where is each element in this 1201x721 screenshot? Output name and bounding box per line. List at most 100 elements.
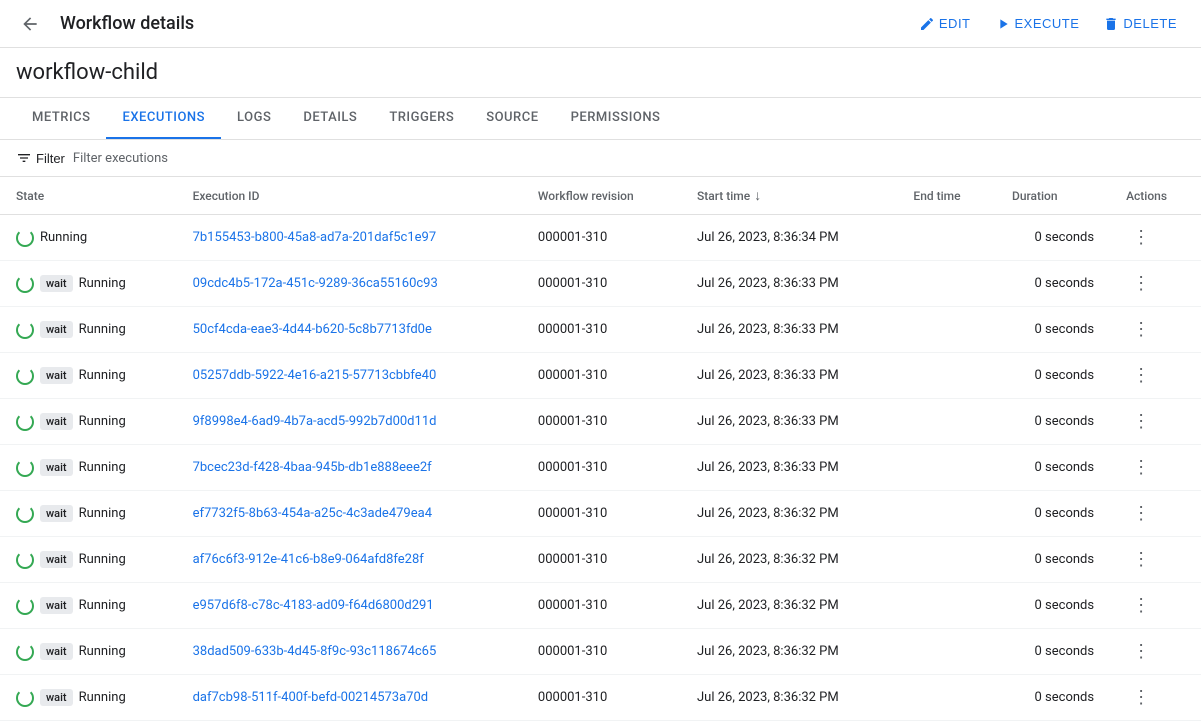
workflow-revision-cell: 000001-310 xyxy=(522,215,681,261)
execution-id-cell: ef7732f5-8b63-454a-a25c-4c3ade479ea4 xyxy=(177,491,522,537)
end-time-cell xyxy=(897,629,996,675)
execution-id-link[interactable]: 9f8998e4-6ad9-4b7a-acd5-992b7d00d11d xyxy=(193,414,437,429)
sort-icon: ↓ xyxy=(754,187,761,204)
state-text: Running xyxy=(79,598,126,613)
wait-badge: wait xyxy=(40,505,73,522)
tab-triggers[interactable]: TRIGGERS xyxy=(373,98,470,139)
tab-source[interactable]: SOURCE xyxy=(470,98,554,139)
row-actions-button[interactable]: ⋮ xyxy=(1126,501,1156,526)
executions-table: State Execution ID Workflow revision Sta… xyxy=(0,177,1201,721)
duration-cell: 0 seconds xyxy=(996,307,1110,353)
execution-id-link[interactable]: 05257ddb-5922-4e16-a215-57713cbbfe40 xyxy=(193,368,437,383)
running-icon xyxy=(16,505,34,523)
table-row: waitRunninge957d6f8-c78c-4183-ad09-f64d6… xyxy=(0,583,1201,629)
row-actions-button[interactable]: ⋮ xyxy=(1126,225,1156,250)
edit-button[interactable]: EDIT xyxy=(911,10,979,38)
back-button[interactable] xyxy=(16,10,44,38)
duration-cell: 0 seconds xyxy=(996,399,1110,445)
state-text: Running xyxy=(79,552,126,567)
execution-id-cell: 50cf4cda-eae3-4d44-b620-5c8b7713fd0e xyxy=(177,307,522,353)
execution-id-link[interactable]: 09cdc4b5-172a-451c-9289-36ca55160c93 xyxy=(193,276,438,291)
col-execution-id: Execution ID xyxy=(177,177,522,215)
execution-id-link[interactable]: 7bcec23d-f428-4baa-945b-db1e888eee2f xyxy=(193,460,432,475)
row-actions-button[interactable]: ⋮ xyxy=(1126,317,1156,342)
state-cell: waitRunning xyxy=(0,399,177,445)
tab-permissions[interactable]: PERMISSIONS xyxy=(555,98,677,139)
row-actions-button[interactable]: ⋮ xyxy=(1126,685,1156,710)
tab-metrics[interactable]: METRICS xyxy=(16,98,106,139)
start-time-cell: Jul 26, 2023, 8:36:32 PM xyxy=(681,583,897,629)
execution-id-link[interactable]: daf7cb98-511f-400f-befd-00214573a70d xyxy=(193,690,429,705)
state-cell: waitRunning xyxy=(0,445,177,491)
workflow-revision-cell: 000001-310 xyxy=(522,629,681,675)
table-row: waitRunningdaf7cb98-511f-400f-befd-00214… xyxy=(0,675,1201,721)
end-time-cell xyxy=(897,307,996,353)
actions-cell: ⋮ xyxy=(1110,307,1201,353)
page-title: Workflow details xyxy=(60,13,895,34)
state-text: Running xyxy=(79,506,126,521)
running-icon xyxy=(16,275,34,293)
header: Workflow details EDIT EXECUTE DELETE xyxy=(0,0,1201,48)
delete-button[interactable]: DELETE xyxy=(1095,10,1185,38)
row-actions-button[interactable]: ⋮ xyxy=(1126,639,1156,664)
execution-id-cell: 09cdc4b5-172a-451c-9289-36ca55160c93 xyxy=(177,261,522,307)
wait-badge: wait xyxy=(40,551,73,568)
running-icon xyxy=(16,459,34,477)
state-text: Running xyxy=(79,460,126,475)
actions-cell: ⋮ xyxy=(1110,353,1201,399)
state-text: Running xyxy=(79,368,126,383)
wait-badge: wait xyxy=(40,367,73,384)
execution-id-link[interactable]: e957d6f8-c78c-4183-ad09-f64d6800d291 xyxy=(193,598,434,613)
state-cell: wait Running xyxy=(0,491,177,537)
state-cell: Running xyxy=(0,215,177,261)
execution-id-link[interactable]: 7b155453-b800-45a8-ad7a-201daf5c1e97 xyxy=(193,230,437,245)
col-actions: Actions xyxy=(1110,177,1201,215)
state-text: Running xyxy=(79,322,126,337)
workflow-name: workflow-child xyxy=(0,48,1201,98)
workflow-revision-cell: 000001-310 xyxy=(522,399,681,445)
workflow-revision-cell: 000001-310 xyxy=(522,491,681,537)
tab-details[interactable]: DETAILS xyxy=(287,98,373,139)
row-actions-button[interactable]: ⋮ xyxy=(1126,363,1156,388)
row-actions-button[interactable]: ⋮ xyxy=(1126,409,1156,434)
end-time-cell xyxy=(897,491,996,537)
duration-cell: 0 seconds xyxy=(996,675,1110,721)
table-row: waitRunning50cf4cda-eae3-4d44-b620-5c8b7… xyxy=(0,307,1201,353)
running-icon xyxy=(16,413,34,431)
end-time-cell xyxy=(897,399,996,445)
execute-button[interactable]: EXECUTE xyxy=(987,10,1088,38)
row-actions-button[interactable]: ⋮ xyxy=(1126,547,1156,572)
filter-button[interactable]: Filter xyxy=(16,150,65,166)
execution-id-link[interactable]: 38dad509-633b-4d45-8f9c-93c118674c65 xyxy=(193,644,437,659)
col-end-time: End time xyxy=(897,177,996,215)
duration-cell: 0 seconds xyxy=(996,629,1110,675)
state-text: Running xyxy=(79,276,126,291)
duration-cell: 0 seconds xyxy=(996,583,1110,629)
end-time-cell xyxy=(897,353,996,399)
execution-id-link[interactable]: 50cf4cda-eae3-4d44-b620-5c8b7713fd0e xyxy=(193,322,432,337)
tab-logs[interactable]: LOGS xyxy=(221,98,287,139)
filter-placeholder: Filter executions xyxy=(73,151,168,166)
header-actions: EDIT EXECUTE DELETE xyxy=(911,10,1185,38)
execution-id-cell: 7b155453-b800-45a8-ad7a-201daf5c1e97 xyxy=(177,215,522,261)
tab-executions[interactable]: EXECUTIONS xyxy=(106,98,221,139)
execution-id-link[interactable]: af76c6f3-912e-41c6-b8e9-064afd8fe28f xyxy=(193,552,424,567)
state-cell: waitRunning xyxy=(0,629,177,675)
col-start-time[interactable]: Start time ↓ xyxy=(681,177,897,215)
table-row: waitRunning 38dad509-633b-4d45-8f9c-93c11… xyxy=(0,629,1201,675)
state-text: Running xyxy=(79,644,126,659)
end-time-cell xyxy=(897,261,996,307)
execution-id-link[interactable]: ef7732f5-8b63-454a-a25c-4c3ade479ea4 xyxy=(193,506,432,521)
execution-id-cell: 05257ddb-5922-4e16-a215-57713cbbfe40 xyxy=(177,353,522,399)
table-row: wait Running ef7732f5-8b63-454a-a25c-4c3ad… xyxy=(0,491,1201,537)
state-cell: waitRunning xyxy=(0,261,177,307)
row-actions-button[interactable]: ⋮ xyxy=(1126,271,1156,296)
execution-id-cell: e957d6f8-c78c-4183-ad09-f64d6800d291 xyxy=(177,583,522,629)
table-row: waitRunning 9f8998e4-6ad9-4b7a-acd5-992b7… xyxy=(0,399,1201,445)
start-time-cell: Jul 26, 2023, 8:36:34 PM xyxy=(681,215,897,261)
workflow-revision-cell: 000001-310 xyxy=(522,445,681,491)
execution-id-cell: af76c6f3-912e-41c6-b8e9-064afd8fe28f xyxy=(177,537,522,583)
row-actions-button[interactable]: ⋮ xyxy=(1126,593,1156,618)
table-row: waitRunning 09cdc4b5-172a-451c-9289-36ca5… xyxy=(0,261,1201,307)
row-actions-button[interactable]: ⋮ xyxy=(1126,455,1156,480)
